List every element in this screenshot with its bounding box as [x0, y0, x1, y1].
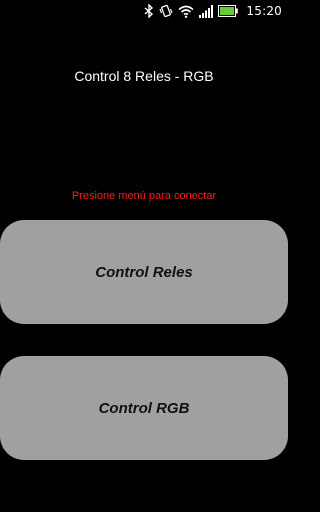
status-clock: 15:20	[246, 4, 282, 18]
control-reles-label: Control Reles	[95, 263, 193, 281]
vibrate-icon	[159, 4, 173, 18]
app-screen: 15:20 Control 8 Reles - RGB Presione men…	[0, 0, 288, 512]
status-icons: 15:20	[144, 2, 282, 20]
connect-hint: Presione menú para conectar	[71, 190, 217, 202]
wifi-icon	[178, 5, 194, 18]
battery-icon	[218, 5, 239, 17]
signal-icon	[199, 4, 214, 18]
control-reles-button[interactable]: Control Reles	[0, 220, 288, 324]
bluetooth-icon	[144, 4, 154, 18]
app-title: Control 8 Reles - RGB	[74, 68, 214, 84]
control-rgb-label: Control RGB	[98, 399, 190, 417]
status-bar: 15:20	[0, 0, 288, 22]
control-rgb-button[interactable]: Control RGB	[0, 356, 288, 460]
